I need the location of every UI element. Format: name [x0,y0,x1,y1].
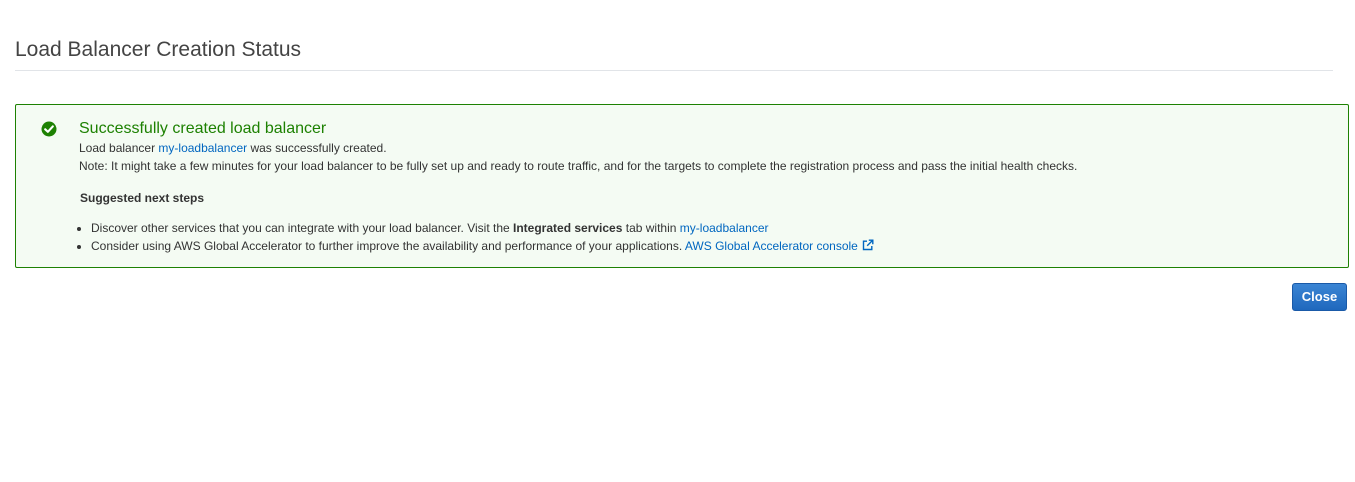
check-circle-icon [41,121,57,137]
list-item: Consider using AWS Global Accelerator to… [91,237,874,255]
load-balancer-link[interactable]: my-loadbalancer [158,141,247,155]
page-title: Load Balancer Creation Status [15,38,302,61]
integrated-services-load-balancer-link[interactable]: my-loadbalancer [680,221,769,235]
message-suffix: was successfully created. [250,141,387,155]
success-alert: Successfully created load balancer Load … [15,104,1349,268]
integrated-services-label: Integrated services [513,221,623,235]
step-text: Discover other services that you can int… [91,221,510,235]
global-accelerator-link-label: AWS Global Accelerator console [684,239,858,253]
global-accelerator-console-link[interactable]: AWS Global Accelerator console [685,239,874,253]
list-item: Discover other services that you can int… [91,219,874,237]
external-link-icon [862,239,874,251]
message-prefix: Load balancer [79,141,156,155]
close-button[interactable]: Close [1292,283,1347,311]
success-message: Load balancer my-loadbalancer was succes… [79,140,387,156]
load-balancer-creation-status-page: Load Balancer Creation Status Successful… [0,0,1355,482]
next-steps-list: Discover other services that you can int… [76,219,874,255]
title-divider [15,70,1333,71]
step-text: Consider using AWS Global Accelerator to… [91,239,683,253]
setup-note: Note: It might take a few minutes for yo… [79,159,1078,173]
success-title: Successfully created load balancer [79,120,327,137]
next-steps-heading: Suggested next steps [80,191,205,205]
step-text-after: tab within [625,221,677,235]
